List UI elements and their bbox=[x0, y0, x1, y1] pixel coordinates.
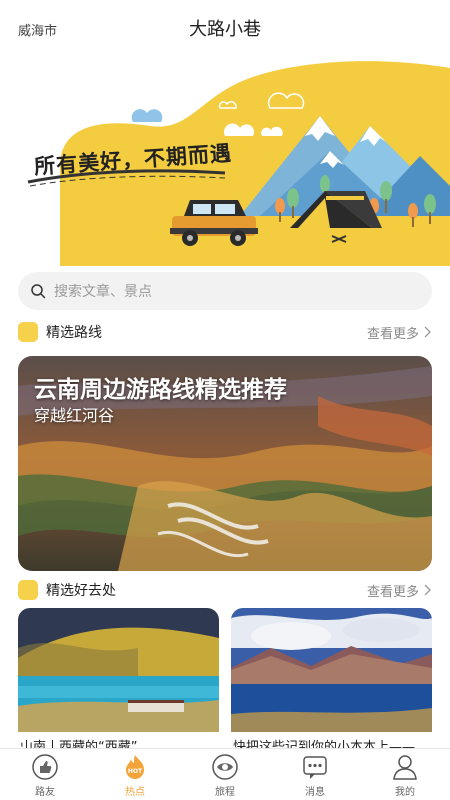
page-title: 大路小巷 bbox=[189, 19, 261, 40]
tab-journey[interactable]: 旅程 bbox=[180, 749, 270, 800]
place-card-image bbox=[18, 608, 219, 732]
route-card[interactable]: 云南周边游路线精选推荐 穿越红河谷 bbox=[18, 356, 432, 571]
search-input[interactable]: 搜索文章、景点 bbox=[54, 281, 152, 301]
route-card-title: 云南周边游路线精选推荐 bbox=[34, 377, 287, 403]
places-section-header: 精选好去处 查看更多 bbox=[18, 578, 432, 602]
routes-more-link[interactable]: 查看更多 bbox=[367, 323, 432, 342]
routes-section-header: 精选路线 查看更多 bbox=[18, 320, 432, 344]
section-marker-icon bbox=[18, 580, 38, 600]
places-more-label: 查看更多 bbox=[366, 584, 419, 600]
tab-label: 路友 bbox=[35, 787, 55, 798]
chevron-right-icon bbox=[424, 584, 431, 596]
place-card-image bbox=[231, 608, 432, 732]
thumbs-up-icon bbox=[32, 754, 58, 780]
place-card-shannan[interactable]: 山南丨西藏的“西藏” bbox=[18, 608, 219, 750]
hot-flame-icon: HOT bbox=[126, 755, 144, 779]
tab-messages[interactable]: 消息 bbox=[270, 749, 360, 800]
search-bar[interactable]: 搜索文章、景点 bbox=[18, 272, 432, 310]
routes-section-title: 精选路线 bbox=[46, 325, 102, 341]
hot-badge: HOT bbox=[128, 768, 143, 775]
message-icon bbox=[303, 756, 327, 779]
bottom-tab-bar: 路友 HOT 热点 旅程 消息 我的 bbox=[0, 748, 450, 800]
tab-label: 旅程 bbox=[215, 787, 235, 798]
hero-banner[interactable]: 所有美好，不期而遇 bbox=[0, 56, 450, 266]
tab-label: 热点 bbox=[125, 787, 145, 798]
app-header: 威海市 大路小巷 bbox=[0, 0, 450, 56]
eye-icon bbox=[212, 754, 238, 780]
place-card-notes[interactable]: 快把这些记到你的小本本上—— bbox=[231, 608, 432, 750]
places-section-title: 精选好去处 bbox=[46, 583, 116, 599]
route-card-subtitle: 穿越红河谷 bbox=[34, 406, 115, 425]
search-icon bbox=[31, 284, 46, 299]
section-marker-icon bbox=[18, 322, 38, 342]
places-more-link[interactable]: 查看更多 bbox=[367, 581, 432, 600]
tab-label: 我的 bbox=[395, 787, 415, 798]
tab-luyou[interactable]: 路友 bbox=[0, 749, 90, 800]
tab-mine[interactable]: 我的 bbox=[360, 749, 450, 800]
profile-icon bbox=[393, 755, 417, 780]
tab-label: 消息 bbox=[305, 787, 325, 798]
tab-hot[interactable]: HOT 热点 bbox=[90, 749, 180, 800]
chevron-right-icon bbox=[424, 326, 431, 338]
routes-more-label: 查看更多 bbox=[366, 326, 419, 342]
